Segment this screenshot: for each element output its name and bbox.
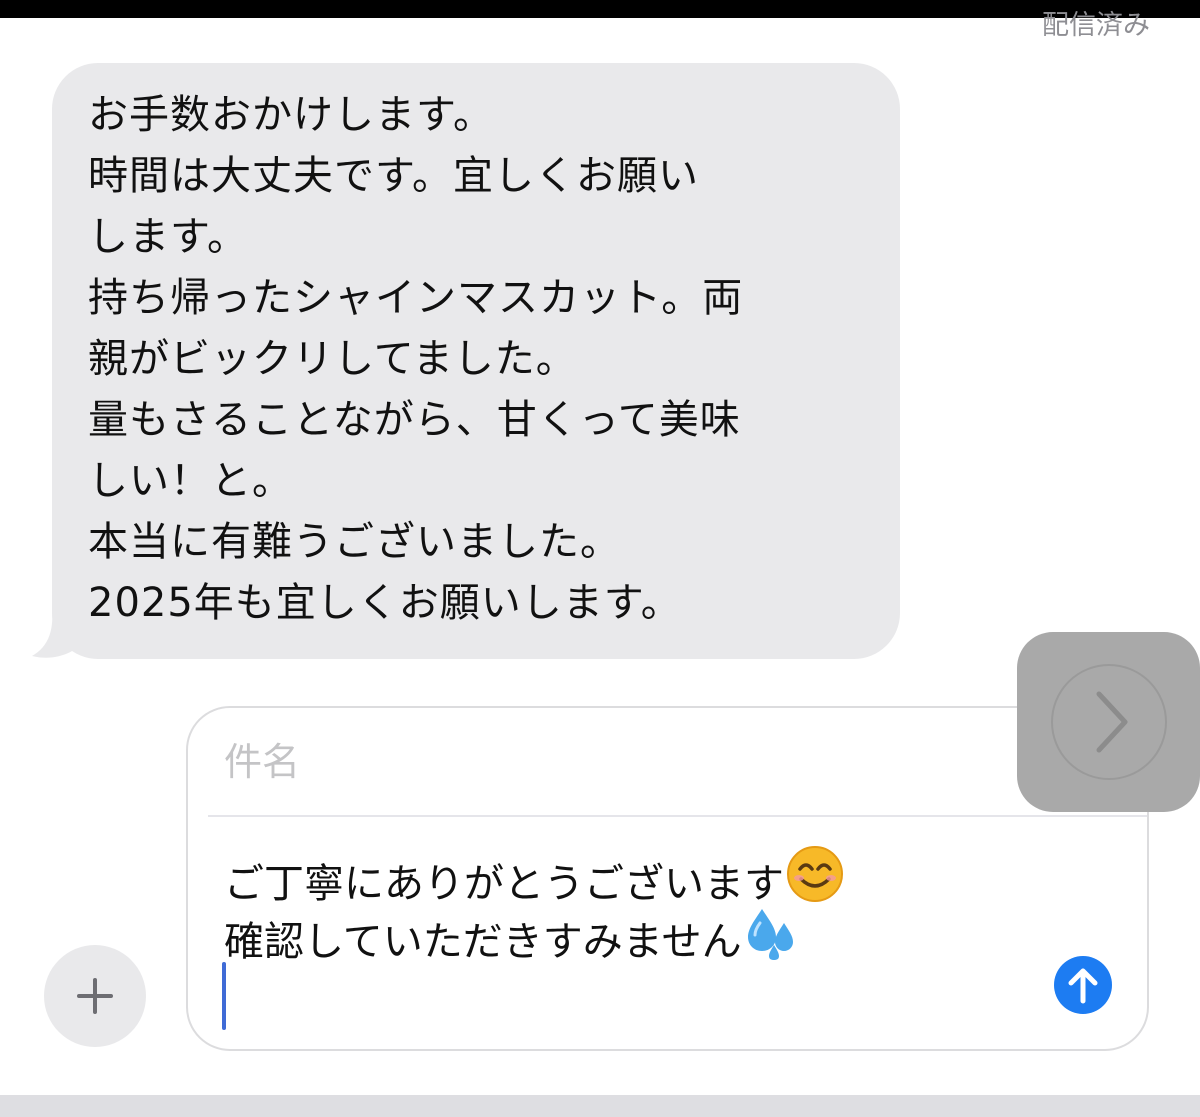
message-line: 親がビックリしてました。 bbox=[88, 336, 577, 382]
message-line: 本当に有難うございました。 bbox=[88, 519, 621, 565]
smiling-face-icon bbox=[787, 846, 843, 902]
message-line: 時間は大丈夫です。宜しくお願い bbox=[88, 153, 699, 199]
arrow-up-icon bbox=[1068, 968, 1098, 1004]
text-caret bbox=[222, 962, 226, 1030]
message-line: 量もさることながら、甘くって美味 bbox=[88, 397, 741, 443]
chevron-right-icon bbox=[1051, 664, 1167, 780]
message-line: お手数おかけします。 bbox=[88, 92, 494, 138]
message-compose-field[interactable]: 件名 ご丁寧にありがとうございます 確認していただきすみません bbox=[186, 706, 1149, 1051]
delivery-status: 配信済み bbox=[1042, 10, 1150, 41]
draft-text: 確認していただきすみません bbox=[224, 919, 742, 965]
message-line: しい！と。 bbox=[88, 458, 293, 504]
draft-line[interactable]: ご丁寧にありがとうございます bbox=[224, 845, 844, 913]
subject-divider bbox=[208, 815, 1147, 817]
bottom-bar bbox=[0, 1095, 1200, 1117]
top-black-bar bbox=[0, 0, 1200, 18]
attach-button[interactable] bbox=[44, 945, 146, 1047]
subject-field[interactable]: 件名 bbox=[224, 736, 300, 788]
message-line: 2025年も宜しくお願いします。 bbox=[88, 580, 682, 626]
chevron-overlay-button[interactable] bbox=[1017, 632, 1200, 812]
received-message-bubble: お手数おかけします。 時間は大丈夫です。宜しくお願い します。 持ち帰ったシャイ… bbox=[52, 63, 900, 659]
draft-line[interactable]: 確認していただきすみません bbox=[224, 905, 800, 971]
send-button[interactable] bbox=[1054, 956, 1112, 1014]
sweat-droplets-icon bbox=[747, 909, 793, 960]
message-line: します。 bbox=[88, 214, 248, 260]
message-line: 持ち帰ったシャインマスカット。両 bbox=[88, 275, 744, 321]
plus-icon bbox=[77, 978, 113, 1014]
draft-text: ご丁寧にありがとうございます bbox=[224, 861, 784, 907]
